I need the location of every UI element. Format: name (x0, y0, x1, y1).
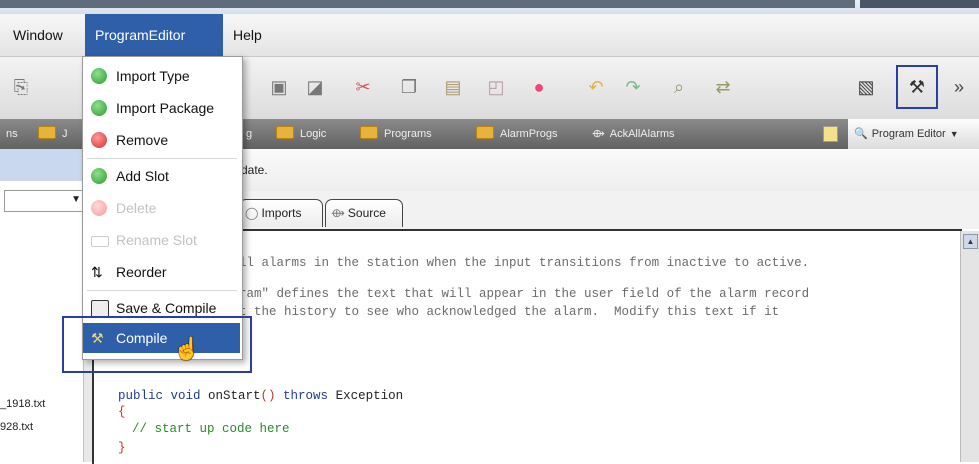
nav-item-ns[interactable]: ns (6, 119, 18, 149)
program-editor-view-selector[interactable]: 🔍 Program Editor ▼ (848, 119, 979, 149)
menu-item-delete: Delete (83, 193, 240, 223)
add-icon (91, 68, 107, 84)
program-icon: ⟴ (592, 128, 605, 140)
refresh-icon[interactable]: ◪ (304, 76, 326, 98)
compile-hammer-icon[interactable]: ⚒ (906, 76, 928, 98)
folder-icon (276, 126, 294, 139)
undo-icon[interactable]: ↶ (585, 76, 607, 98)
rename-icon (91, 236, 109, 247)
menu-item-add-slot[interactable]: Add Slot (83, 161, 240, 191)
chevron-down-icon: ▼ (949, 129, 959, 139)
code-comment-line: ll alarms in the station when the input … (239, 256, 810, 270)
title-bar-edge (0, 0, 855, 8)
brace-open: { (118, 405, 126, 419)
find-icon[interactable]: ⌕ (668, 76, 690, 98)
remove-icon (91, 132, 107, 148)
hand-cursor-icon: ☝ (173, 336, 201, 361)
imports-icon: ◯ (245, 206, 259, 220)
menu-separator (87, 158, 237, 159)
notes-icon[interactable] (823, 119, 841, 149)
folder-icon (476, 126, 494, 139)
program-editor-menu: Import Type Import Package Remove Add Sl… (82, 56, 243, 360)
tab-source[interactable]: ⟴ Source (325, 199, 403, 227)
redo-icon[interactable]: ↷ (622, 76, 644, 98)
menu-item-import-package[interactable]: Import Package (83, 93, 240, 123)
menu-help[interactable]: Help (226, 14, 269, 56)
scroll-up-icon[interactable]: ▲ (963, 234, 978, 249)
menu-bar: Window ProgramEditor Help (0, 14, 979, 57)
save-compile-icon[interactable]: ▧ (855, 76, 877, 98)
code-body-comment: // start up code here (132, 422, 290, 436)
menu-item-reorder[interactable]: ⇅ Reorder (83, 257, 240, 287)
copy-icon[interactable]: ❐ (398, 76, 420, 98)
nav-item-logic[interactable]: Logic (276, 119, 326, 149)
menu-window[interactable]: Window (6, 14, 70, 56)
left-pane-select[interactable]: ▼ (4, 190, 84, 212)
save-icon[interactable]: ▣ (268, 76, 290, 98)
menu-item-rename-slot: Rename Slot (83, 225, 240, 255)
magnifier-icon: 🔍 (854, 128, 868, 140)
compile-button-highlight: ⚒ (896, 65, 938, 109)
reorder-icon: ⇅ (91, 264, 103, 280)
replace-icon[interactable]: ⇄ (712, 76, 734, 98)
folder-icon (360, 126, 378, 139)
paste-special-icon[interactable]: ◰ (485, 76, 507, 98)
add-icon (91, 100, 107, 116)
nav-item-g[interactable]: g (246, 119, 252, 149)
nav-item-alarmprogs[interactable]: AlarmProgs (476, 119, 557, 149)
import-icon[interactable]: ⎘ (10, 76, 32, 98)
title-bar-controls (860, 0, 979, 8)
menu-program-editor[interactable]: ProgramEditor (85, 14, 223, 56)
status-text: date. (241, 163, 268, 177)
cut-icon[interactable]: ✂ (352, 76, 374, 98)
list-item[interactable]: _1918.txt (0, 398, 45, 410)
code-comment-line: ram" defines the text that will appear i… (239, 287, 810, 301)
delete-icon (91, 200, 107, 216)
chevron-down-icon: ▼ (71, 194, 81, 205)
folder-icon (38, 126, 56, 139)
left-pane-header (0, 149, 87, 182)
tab-imports[interactable]: ◯ Imports (239, 199, 323, 227)
paste-icon[interactable]: ▤ (442, 76, 464, 98)
nav-item-ackallalarms[interactable]: ⟴ AckAllAlarms (592, 119, 675, 149)
menu-separator (87, 290, 237, 291)
window-top-strip (0, 0, 979, 14)
method-signature: public void onStart() throws Exception (118, 389, 404, 403)
add-icon (91, 168, 107, 184)
menu-item-import-type[interactable]: Import Type (83, 61, 240, 91)
code-comment-line: t the history to see who acknowledged th… (239, 305, 780, 319)
brace-close: } (118, 441, 126, 455)
stop-icon[interactable]: ● (528, 76, 550, 98)
nav-item-j[interactable]: J (38, 119, 68, 149)
menu-item-remove[interactable]: Remove (83, 125, 240, 155)
toolbar-overflow-button[interactable]: » (948, 76, 970, 98)
list-item[interactable]: 928.txt (0, 421, 33, 433)
editor-scrollbar[interactable]: ▲ (960, 231, 979, 462)
compile-highlight-box (62, 316, 252, 373)
nav-item-programs[interactable]: Programs (360, 119, 432, 149)
source-icon: ⟴ (331, 206, 345, 220)
